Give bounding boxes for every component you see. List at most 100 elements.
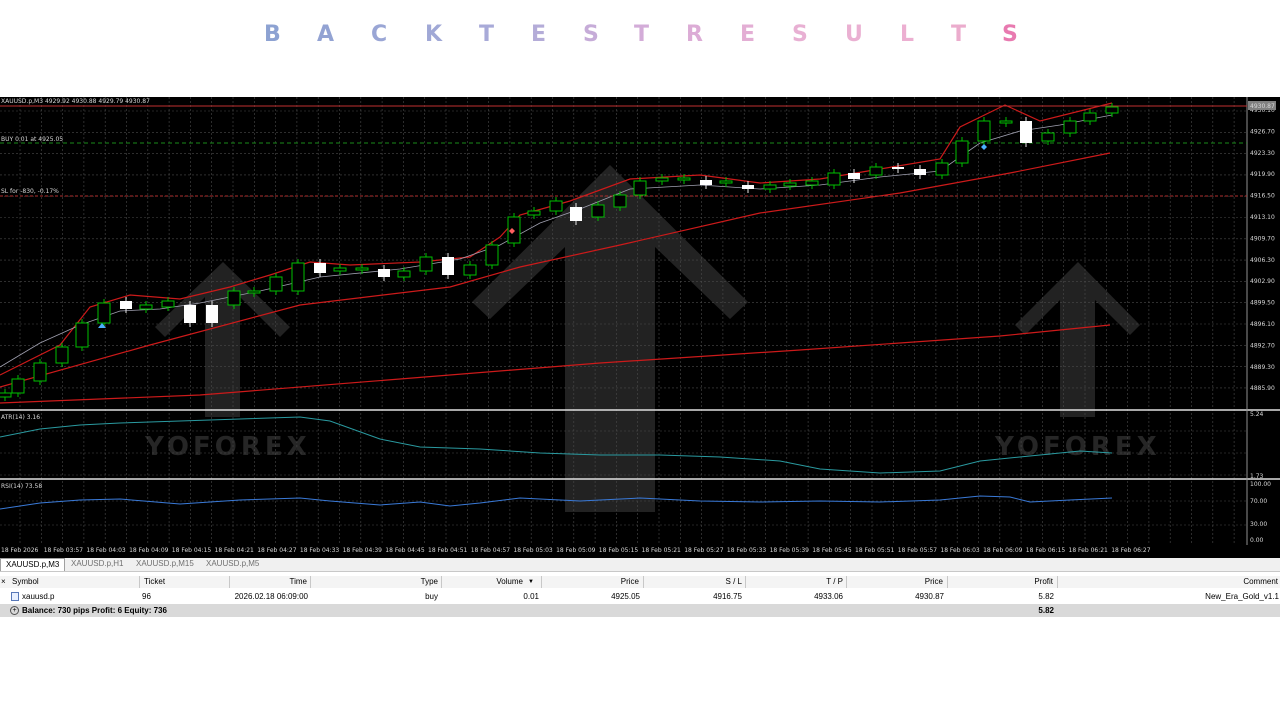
candle-body: [355, 267, 369, 271]
title-letter: T: [479, 22, 495, 47]
candle-body: [549, 200, 563, 212]
ma-mid: [0, 152, 1111, 388]
tab-xauusd-m5[interactable]: XAUUSD.p,M5: [201, 558, 264, 570]
price-tick: 4906.30: [1250, 257, 1275, 264]
title-letter: S: [583, 22, 599, 47]
trade-volume: 0.01: [523, 592, 539, 601]
price-tick: 4902.90: [1250, 278, 1275, 285]
price-chart[interactable]: YOFOREX YOFOREX 4930.10 4926.70 4923.30 491…: [0, 97, 1280, 558]
header-price2[interactable]: Price: [848, 576, 943, 588]
header-time[interactable]: Time: [232, 576, 307, 588]
candle-body: [33, 362, 47, 382]
price-tick: 4896.10: [1250, 321, 1275, 328]
time-tick: 18 Feb 04:21: [215, 547, 255, 554]
rsi-label: RSI(14) 73.58: [1, 483, 42, 490]
title-letter: U: [845, 22, 863, 47]
time-tick: 18 Feb 04:57: [471, 547, 511, 554]
rsi-tick: 0.00: [1250, 537, 1264, 544]
chart-tabs: XAUUSD.p,M3 XAUUSD.p,H1 XAUUSD.p,M15 XAU…: [0, 558, 1280, 572]
tab-xauusd-m15[interactable]: XAUUSD.p,M15: [131, 558, 199, 570]
candle-body: [1063, 120, 1077, 134]
header-sl[interactable]: S / L: [645, 576, 742, 588]
atr-tick: 1.73: [1250, 473, 1264, 480]
candle-body: [419, 256, 433, 272]
title-letter: L: [900, 22, 915, 47]
candle-body: [633, 180, 647, 196]
price-tick: 4926.70: [1250, 128, 1275, 135]
candle-body: [805, 180, 819, 186]
atr-tick: 5.24: [1250, 411, 1264, 418]
table-row[interactable]: xauusd.p 96 2026.02.18 06:09:00 buy 0.01…: [0, 591, 1280, 603]
candle-body: [485, 244, 499, 266]
time-tick: 18 Feb 05:15: [599, 547, 639, 554]
time-tick: 18 Feb 05:09: [556, 547, 596, 554]
candle-body: [314, 263, 326, 273]
buy-arrow-icon: [981, 144, 987, 150]
time-tick: 18 Feb 05:57: [898, 547, 938, 554]
header-comment[interactable]: Comment: [1059, 576, 1278, 588]
candle-body: [848, 173, 860, 179]
title-letter: R: [686, 22, 703, 47]
candle-body: [161, 300, 175, 308]
price-tick: 4923.30: [1250, 150, 1275, 157]
order-icon: [11, 592, 19, 601]
time-tick: 18 Feb 04:09: [129, 547, 169, 554]
candle-body: [120, 301, 132, 309]
header-tp[interactable]: T / P: [747, 576, 843, 588]
candle-body: [742, 185, 754, 189]
candle-body: [75, 322, 89, 348]
header-type[interactable]: Type: [312, 576, 438, 588]
candle-body: [1020, 121, 1032, 143]
trade-type: buy: [425, 592, 438, 601]
price-tick: 4889.30: [1250, 364, 1275, 371]
time-axis: 18 Feb 2026 18 Feb 03:57 18 Feb 04:03 18 Fe…: [1, 547, 1151, 554]
candle-body: [763, 184, 777, 190]
tab-xauusd-m3[interactable]: XAUUSD.p,M3: [0, 558, 66, 571]
symbol-info-label: XAUUSD.p,M3 4929.92 4930.88 4929.79 4930…: [1, 98, 150, 105]
time-tick: 18 Feb 06:21: [1069, 547, 1109, 554]
candle-body: [613, 194, 627, 208]
candle-body: [869, 166, 883, 176]
time-tick: 18 Feb 03:57: [44, 547, 84, 554]
time-tick: 18 Feb 06:27: [1111, 547, 1151, 554]
trade-profit: 5.82: [1038, 592, 1054, 601]
trade-sl: 4916.75: [713, 592, 742, 601]
title-letter: S: [792, 22, 808, 47]
candle-body: [442, 257, 454, 275]
time-tick: 18 Feb 04:51: [428, 547, 468, 554]
time-tick: 18 Feb 05:51: [855, 547, 895, 554]
balance-row: + Balance: 730 pips Profit: 6 Equity: 73…: [0, 604, 1280, 617]
balance-summary: Balance: 730 pips Profit: 6 Equity: 736: [22, 606, 167, 615]
rsi-tick: 70.00: [1250, 498, 1267, 505]
header-ticket[interactable]: Ticket: [144, 576, 224, 588]
candle-body: [570, 207, 582, 221]
atr-label: ATR(14) 3.16: [1, 414, 40, 421]
sort-down-icon[interactable]: ▼: [528, 576, 536, 588]
header-profit[interactable]: Profit: [949, 576, 1053, 588]
price-tick: 4916.50: [1250, 193, 1275, 200]
rsi-line: [0, 495, 1113, 510]
candle-body: [1041, 132, 1055, 142]
candle-body: [677, 177, 691, 181]
header-volume[interactable]: Volume: [443, 576, 523, 588]
close-icon[interactable]: ×: [1, 576, 9, 588]
candle-body: [97, 302, 111, 324]
ma-long: [0, 324, 1111, 404]
candle-body: [527, 210, 541, 216]
candle-body: [935, 162, 949, 176]
price-tick: 4919.90: [1250, 171, 1275, 178]
header-price[interactable]: Price: [543, 576, 639, 588]
balance-profit: 5.82: [1038, 606, 1054, 615]
sl-label: SL for -830, -0.17%: [1, 188, 59, 195]
candle-body: [1105, 106, 1119, 114]
candle-body: [227, 290, 241, 306]
header-symbol[interactable]: Symbol: [12, 576, 132, 588]
candle-body: [999, 120, 1013, 124]
tab-xauusd-h1[interactable]: XAUUSD.p,H1: [66, 558, 128, 570]
time-tick: 18 Feb 06:09: [983, 547, 1023, 554]
price-axis: 4930.104926.704923.304919.904916.504913.…: [1250, 107, 1275, 392]
candle-body: [955, 140, 969, 164]
candle-body: [397, 270, 411, 278]
price-tick: 4913.10: [1250, 214, 1275, 221]
candle-body: [977, 120, 991, 142]
